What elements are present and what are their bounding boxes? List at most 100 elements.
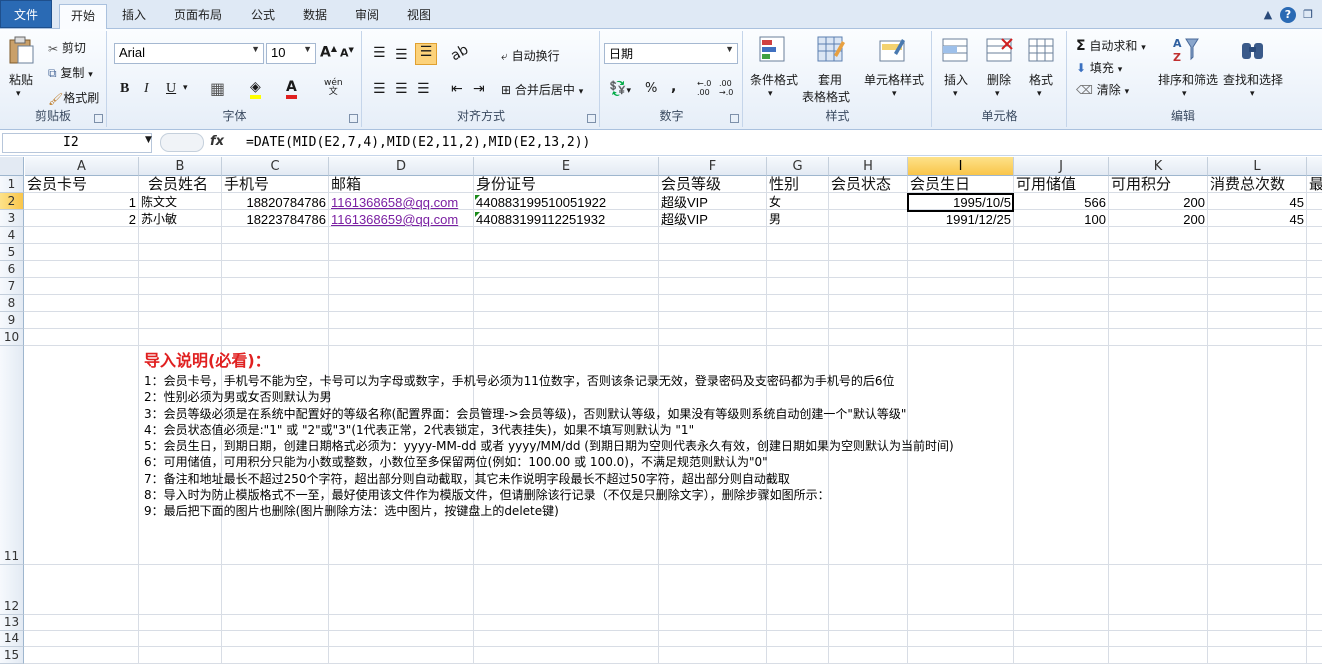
column-header-b[interactable]: B — [139, 157, 222, 176]
header-cell-g1[interactable]: 性别 — [767, 176, 827, 193]
paste-dropdown-icon[interactable]: ▾ — [16, 89, 21, 99]
header-cell-c1[interactable]: 手机号 — [222, 176, 328, 193]
comma-button[interactable]: , — [671, 79, 676, 95]
cell-a3[interactable]: 2 — [25, 211, 138, 228]
format-cells-icon[interactable] — [1027, 35, 1057, 65]
help-icon[interactable]: ? — [1280, 7, 1296, 23]
cell-g3[interactable]: 男 — [767, 211, 827, 228]
formula-input[interactable]: =DATE(MID(E2,7,4),MID(E2,11,2),MID(E2,13… — [246, 135, 590, 150]
header-cell-j1[interactable]: 可用储值 — [1014, 176, 1108, 193]
grow-font-button[interactable]: A▲ — [320, 44, 337, 61]
column-header-e[interactable]: E — [474, 157, 659, 176]
clipboard-launcher-icon[interactable] — [94, 114, 103, 123]
column-header-l[interactable]: L — [1208, 157, 1307, 176]
worksheet-grid[interactable]: ABCDEFGHIJKL 1 2 3 4 5 6 7 8 9 10 11 12 13 14 15 会员卡号 … — [0, 157, 1322, 664]
header-cell-m1[interactable]: 最 — [1307, 176, 1322, 193]
row-header-13[interactable]: 13 — [0, 615, 24, 631]
column-header-i[interactable]: I — [908, 157, 1014, 176]
header-cell-b1[interactable]: 会员姓名 — [146, 176, 228, 193]
cell-d3[interactable]: 1161368659@qq.com — [329, 211, 474, 228]
bold-button[interactable]: B — [120, 81, 129, 97]
restore-icon[interactable]: ❐ — [1300, 7, 1316, 23]
format-painter-button[interactable]: 🖌格式刷 — [48, 89, 99, 106]
cell-l2[interactable]: 45 — [1208, 194, 1306, 211]
column-header-c[interactable]: C — [222, 157, 329, 176]
decrease-decimal-icon[interactable]: .00 →.0 — [719, 79, 733, 97]
fill-color-icon[interactable]: ◈ — [250, 79, 261, 99]
percent-button[interactable]: % — [645, 81, 657, 96]
cell-f3[interactable]: 超级VIP — [659, 211, 766, 228]
insert-cells-icon[interactable] — [941, 35, 971, 65]
header-cell-f1[interactable]: 会员等级 — [659, 176, 766, 193]
column-header-d[interactable]: D — [329, 157, 474, 176]
find-binoculars-icon[interactable] — [1238, 35, 1268, 65]
paste-icon[interactable] — [6, 35, 36, 65]
wrap-text-button[interactable]: ⤶ 自动换行 — [501, 47, 560, 64]
sort-filter-button[interactable]: 排序和筛选 — [1158, 71, 1218, 88]
cell-k2[interactable]: 200 — [1109, 194, 1207, 211]
delete-cells-icon[interactable] — [985, 35, 1015, 65]
cell-f2[interactable]: 超级VIP — [659, 194, 766, 211]
row-header-2[interactable]: 2 — [0, 193, 24, 210]
insert-cells-button[interactable]: 插入 — [944, 71, 968, 88]
column-header-f[interactable]: F — [659, 157, 767, 176]
cell-i3[interactable]: 1991/12/25 — [908, 211, 1013, 228]
tab-formulas[interactable]: 公式 — [241, 4, 285, 29]
row-header-11[interactable]: 11 — [0, 346, 24, 565]
row-header-7[interactable]: 7 — [0, 278, 24, 295]
table-format-icon[interactable] — [816, 35, 846, 65]
table-format-label-2[interactable]: 表格格式 — [802, 88, 850, 105]
cell-c2[interactable]: 18820784786 — [222, 194, 328, 211]
italic-button[interactable]: I — [144, 81, 149, 97]
import-instructions[interactable]: 导入说明(必看)： 1：会员卡号，手机号不能为空，卡号可以为字母或数字，手机号必… — [144, 349, 954, 520]
tab-review[interactable]: 审阅 — [345, 4, 389, 29]
tab-data[interactable]: 数据 — [293, 4, 337, 29]
cell-d2[interactable]: 1161368658@qq.com — [329, 194, 474, 211]
header-cell-d1[interactable]: 邮箱 — [329, 176, 474, 193]
align-bottom-icon[interactable]: ☰ — [415, 43, 437, 65]
column-header-a[interactable]: A — [25, 157, 139, 176]
conditional-format-icon[interactable] — [758, 35, 788, 65]
row-header-15[interactable]: 15 — [0, 647, 24, 664]
align-middle-icon[interactable]: ☰ — [395, 47, 408, 63]
cell-a2[interactable]: 1 — [25, 194, 138, 211]
number-format-select[interactable]: 日期 ▼ — [604, 43, 738, 64]
align-top-icon[interactable]: ☰ — [373, 45, 386, 61]
cut-button[interactable]: ✂ 剪切 — [48, 39, 86, 56]
header-cell-e1[interactable]: 身份证号 — [474, 176, 658, 193]
tab-file[interactable]: 文件 — [0, 0, 52, 28]
paste-button[interactable]: 粘贴 — [9, 71, 33, 88]
cell-styles-icon[interactable] — [878, 35, 908, 65]
row-header-6[interactable]: 6 — [0, 261, 24, 278]
row-header-12[interactable]: 12 — [0, 565, 24, 615]
conditional-format-button[interactable]: 条件格式 — [750, 71, 798, 88]
header-cell-a1[interactable]: 会员卡号 — [25, 176, 138, 193]
font-launcher-icon[interactable] — [349, 114, 358, 123]
currency-icon[interactable]: 💱▾ — [609, 81, 631, 97]
align-left-icon[interactable]: ☰ — [373, 81, 386, 97]
underline-button[interactable]: U — [166, 81, 176, 97]
cell-g2[interactable]: 女 — [767, 194, 827, 211]
merge-center-button[interactable]: ⊞ 合并后居中 ▾ — [501, 81, 583, 98]
row-header-5[interactable]: 5 — [0, 244, 24, 261]
cell-l3[interactable]: 45 — [1208, 211, 1306, 228]
cell-styles-button[interactable]: 单元格样式 — [864, 71, 924, 88]
column-header-k[interactable]: K — [1109, 157, 1208, 176]
clear-button[interactable]: ⌫ 清除 ▾ — [1076, 81, 1129, 98]
cell-b3[interactable]: 苏小敏 — [139, 211, 221, 228]
delete-cells-button[interactable]: 删除 — [987, 71, 1011, 88]
tab-page-layout[interactable]: 页面布局 — [163, 4, 233, 29]
font-name-select[interactable]: Arial ▼ — [114, 43, 264, 64]
font-color-icon[interactable]: A — [286, 79, 297, 99]
row-header-10[interactable]: 10 — [0, 329, 24, 346]
select-all-corner[interactable] — [0, 157, 24, 176]
column-header-h[interactable]: H — [829, 157, 908, 176]
row-header-9[interactable]: 9 — [0, 312, 24, 329]
align-right-icon[interactable]: ☰ — [417, 81, 430, 97]
cell-k3[interactable]: 200 — [1109, 211, 1207, 228]
cell-j2[interactable]: 566 — [1014, 194, 1108, 211]
row-header-4[interactable]: 4 — [0, 227, 24, 244]
phonetic-button[interactable]: wén 文 — [324, 79, 343, 97]
borders-icon[interactable]: ▦ — [210, 79, 225, 98]
orientation-icon[interactable]: ab — [448, 42, 471, 65]
